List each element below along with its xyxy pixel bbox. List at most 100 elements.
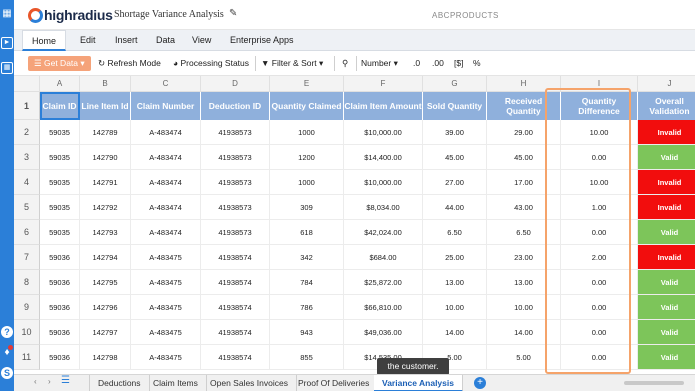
- row-number[interactable]: 2: [14, 120, 40, 145]
- horizontal-scrollbar[interactable]: [624, 381, 684, 385]
- sheet-tab-claim-items[interactable]: Claim Items: [145, 375, 207, 391]
- column-letter-c[interactable]: C: [131, 76, 201, 92]
- table-cell[interactable]: 13.00: [423, 270, 487, 295]
- table-cell[interactable]: $684.00: [344, 245, 423, 270]
- sheet-tab-deductions[interactable]: Deductions: [89, 375, 150, 391]
- table-cell[interactable]: $10,000.00: [344, 120, 423, 145]
- number-format-dropdown[interactable]: Number ▾: [361, 56, 398, 71]
- table-cell[interactable]: 25.00: [423, 245, 487, 270]
- validation-status-cell[interactable]: Valid: [638, 295, 695, 320]
- table-cell[interactable]: 0.00: [561, 295, 638, 320]
- row-number[interactable]: 10: [14, 320, 40, 345]
- table-cell[interactable]: A-483474: [131, 195, 201, 220]
- table-cell[interactable]: 23.00: [487, 245, 561, 270]
- table-cell[interactable]: 59036: [40, 245, 80, 270]
- next-sheet-icon[interactable]: ›: [48, 377, 51, 386]
- validation-status-cell[interactable]: Valid: [638, 270, 695, 295]
- table-cell[interactable]: 45.00: [487, 145, 561, 170]
- table-cell[interactable]: 0.00: [561, 270, 638, 295]
- table-cell[interactable]: $42,024.00: [344, 220, 423, 245]
- column-header[interactable]: Deduction ID: [201, 92, 270, 120]
- tab-enterprise-apps[interactable]: Enterprise Apps: [221, 30, 303, 51]
- row-number[interactable]: 5: [14, 195, 40, 220]
- panel-toggle-icon[interactable]: ►: [1, 37, 13, 49]
- table-cell[interactable]: 142794: [80, 245, 131, 270]
- table-cell[interactable]: 29.00: [487, 120, 561, 145]
- column-letter-i[interactable]: I: [561, 76, 638, 92]
- tab-view[interactable]: View: [183, 30, 220, 51]
- table-cell[interactable]: 10.00: [423, 295, 487, 320]
- select-all-corner[interactable]: [14, 76, 40, 92]
- column-header[interactable]: Claim Item Amount: [344, 92, 423, 120]
- table-cell[interactable]: 17.00: [487, 170, 561, 195]
- validation-status-cell[interactable]: Valid: [638, 320, 695, 345]
- column-header[interactable]: Overall Validation: [638, 92, 695, 120]
- column-header[interactable]: Line Item Id: [80, 92, 131, 120]
- row-number[interactable]: 3: [14, 145, 40, 170]
- table-cell[interactable]: 2.00: [561, 245, 638, 270]
- table-cell[interactable]: A-483475: [131, 270, 201, 295]
- table-cell[interactable]: A-483475: [131, 320, 201, 345]
- table-cell[interactable]: A-483475: [131, 345, 201, 370]
- table-cell[interactable]: 1.00: [561, 195, 638, 220]
- table-icon[interactable]: ▦: [1, 62, 13, 74]
- table-cell[interactable]: 10.00: [561, 120, 638, 145]
- help-icon[interactable]: ?: [1, 326, 13, 338]
- column-header[interactable]: Quantity Difference: [561, 92, 638, 120]
- decrease-decimal-icon[interactable]: .0: [413, 56, 420, 71]
- apps-grid-icon[interactable]: ▦: [1, 8, 13, 20]
- table-cell[interactable]: 142795: [80, 270, 131, 295]
- validation-status-cell[interactable]: Invalid: [638, 245, 695, 270]
- table-cell[interactable]: 10.00: [487, 295, 561, 320]
- row-number[interactable]: 7: [14, 245, 40, 270]
- column-letter-f[interactable]: F: [344, 76, 423, 92]
- tab-edit[interactable]: Edit: [71, 30, 105, 51]
- column-header[interactable]: Sold Quantity: [423, 92, 487, 120]
- table-cell[interactable]: 44.00: [423, 195, 487, 220]
- row-number[interactable]: 4: [14, 170, 40, 195]
- column-letter-h[interactable]: H: [487, 76, 561, 92]
- table-cell[interactable]: 784: [270, 270, 344, 295]
- table-cell[interactable]: 59035: [40, 145, 80, 170]
- table-cell[interactable]: 142792: [80, 195, 131, 220]
- sheet-list-icon[interactable]: ☰: [61, 375, 70, 386]
- refresh-mode-button[interactable]: ↻ Refresh Mode: [98, 56, 161, 71]
- tab-data[interactable]: Data: [147, 30, 184, 51]
- tab-home[interactable]: Home: [22, 30, 67, 51]
- column-letter-b[interactable]: B: [80, 76, 131, 92]
- document-title[interactable]: Shortage Variance Analysis: [114, 9, 224, 20]
- table-cell[interactable]: 14.00: [423, 320, 487, 345]
- table-cell[interactable]: 618: [270, 220, 344, 245]
- column-header[interactable]: Received Quantity: [487, 92, 561, 120]
- table-cell[interactable]: 59036: [40, 270, 80, 295]
- table-cell[interactable]: $8,034.00: [344, 195, 423, 220]
- search-icon[interactable]: ⚲: [342, 56, 348, 71]
- table-cell[interactable]: A-483474: [131, 145, 201, 170]
- table-cell[interactable]: $49,036.00: [344, 320, 423, 345]
- increase-decimal-icon[interactable]: .00: [432, 56, 444, 71]
- get-data-button[interactable]: ☰ Get Data ▾: [28, 56, 91, 71]
- table-cell[interactable]: 43.00: [487, 195, 561, 220]
- table-cell[interactable]: 309: [270, 195, 344, 220]
- row-number[interactable]: 8: [14, 270, 40, 295]
- table-cell[interactable]: 41938573: [201, 220, 270, 245]
- percent-icon[interactable]: %: [473, 56, 481, 71]
- table-cell[interactable]: 59036: [40, 320, 80, 345]
- table-cell[interactable]: 142791: [80, 170, 131, 195]
- sheet-tab-proof-of-deliveries[interactable]: Proof Of Deliveries: [290, 375, 379, 391]
- validation-status-cell[interactable]: Valid: [638, 345, 695, 370]
- table-cell[interactable]: 6.50: [487, 220, 561, 245]
- sheet-tab-variance-analysis[interactable]: Variance Analysis: [374, 375, 463, 391]
- table-cell[interactable]: $25,872.00: [344, 270, 423, 295]
- table-cell[interactable]: A-483474: [131, 120, 201, 145]
- table-cell[interactable]: 342: [270, 245, 344, 270]
- filter-sort-button[interactable]: ▼ Filter & Sort ▾: [261, 56, 323, 71]
- column-letter-g[interactable]: G: [423, 76, 487, 92]
- edit-pencil-icon[interactable]: ✎: [229, 8, 237, 19]
- table-cell[interactable]: 41938574: [201, 295, 270, 320]
- table-cell[interactable]: 41938574: [201, 345, 270, 370]
- table-cell[interactable]: A-483475: [131, 245, 201, 270]
- table-cell[interactable]: 59035: [40, 220, 80, 245]
- table-cell[interactable]: 41938573: [201, 120, 270, 145]
- column-letter-e[interactable]: E: [270, 76, 344, 92]
